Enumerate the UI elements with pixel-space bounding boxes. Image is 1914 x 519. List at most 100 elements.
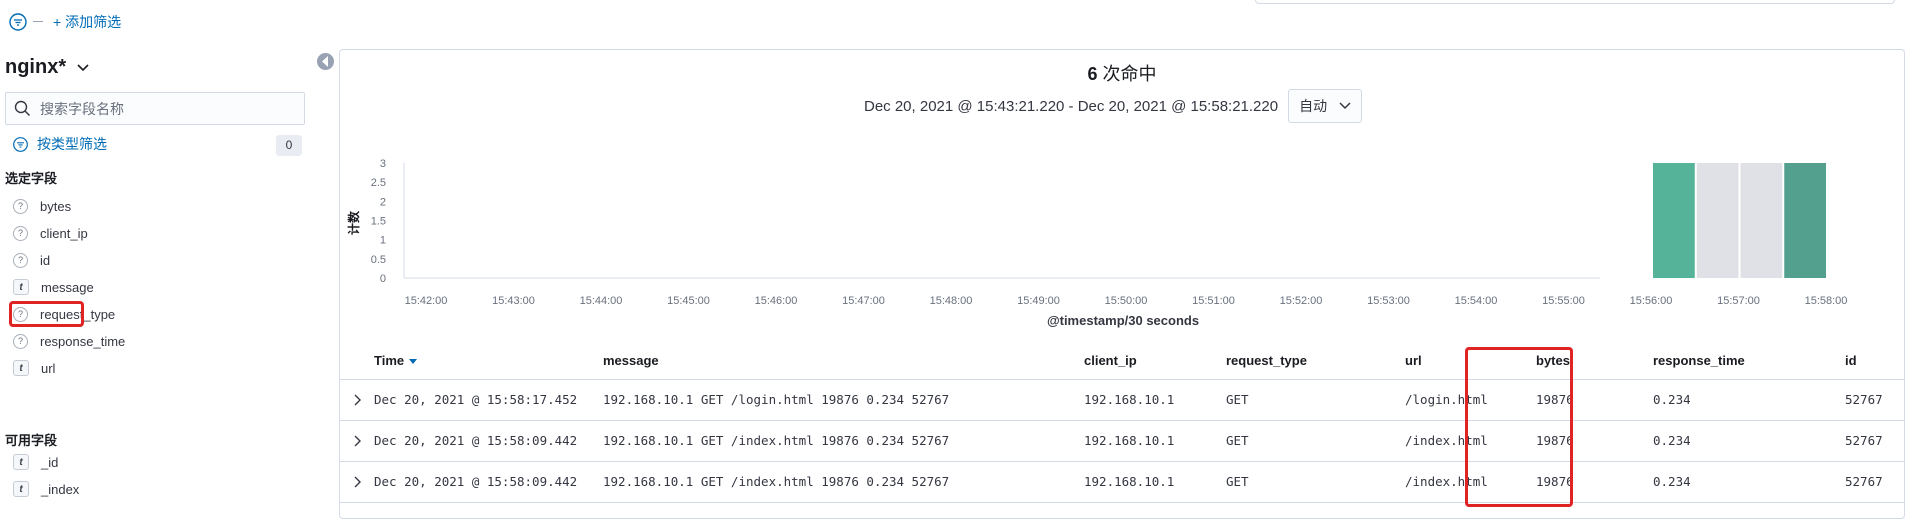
filter-icon[interactable] — [8, 12, 28, 32]
column-header-label: request_type — [1226, 353, 1307, 368]
x-tick-label: 15:42:00 — [405, 295, 448, 307]
x-tick-label: 15:53:00 — [1367, 295, 1410, 307]
interval-select[interactable]: 自动 — [1288, 89, 1363, 123]
field-name: _id — [41, 454, 59, 470]
x-tick-label: 15:54:00 — [1455, 295, 1498, 307]
field-item-bytes[interactable]: ? bytes — [13, 194, 71, 218]
field-item-message[interactable]: t message — [13, 275, 94, 299]
time-range-text: Dec 20, 2021 @ 15:43:21.220 - Dec 20, 20… — [864, 97, 1279, 115]
string-type-icon: t — [13, 279, 29, 295]
sort-desc-icon[interactable] — [409, 359, 418, 365]
x-tick-label: 15:45:00 — [667, 295, 710, 307]
column-header-time[interactable]: Time — [374, 353, 418, 368]
table-row[interactable]: Dec 20, 2021 @ 15:58:09.442 192.168.10.1 … — [340, 462, 1904, 503]
column-header-request-type[interactable]: request_type — [1226, 353, 1307, 368]
column-header-label: url — [1405, 353, 1422, 368]
filter-bar: + 添加筛选 — [0, 0, 1914, 44]
cell-response-time: 0.234 — [1653, 433, 1691, 448]
chevron-down-icon — [77, 63, 89, 71]
column-header-message[interactable]: message — [603, 353, 659, 368]
index-pattern-selector[interactable]: nginx* — [5, 56, 90, 79]
field-name: client_ip — [40, 225, 88, 241]
hits-count-title: 6 次命中 — [340, 60, 1904, 86]
histogram-bar — [1740, 163, 1783, 278]
field-name: message — [41, 279, 94, 295]
cell-id: 52767 — [1845, 392, 1883, 407]
filter-by-type-button[interactable]: 按类型筛选 — [12, 134, 107, 154]
add-filter-button[interactable]: + 添加筛选 — [53, 12, 121, 32]
field-name: url — [41, 360, 56, 376]
query-box-edge — [1255, 0, 1895, 4]
table-row[interactable]: Dec 20, 2021 @ 15:58:09.442 192.168.10.1 … — [340, 421, 1904, 462]
y-tick-label: 1 — [380, 235, 386, 247]
expand-row-icon[interactable] — [350, 434, 364, 448]
field-item-meta-index[interactable]: t _index — [13, 477, 79, 501]
hits-count: 6 — [1087, 64, 1098, 84]
column-header-response-time[interactable]: response_time — [1653, 353, 1745, 368]
cell-time: Dec 20, 2021 @ 15:58:09.442 — [374, 474, 578, 489]
cell-message: 192.168.10.1 GET /login.html 19876 0.234… — [603, 392, 950, 407]
cell-response-time: 0.234 — [1653, 474, 1691, 489]
unknown-type-icon: ? — [13, 333, 28, 349]
table-row[interactable]: Dec 20, 2021 @ 15:58:17.452 192.168.10.1 … — [340, 380, 1904, 421]
unknown-type-icon: ? — [13, 252, 28, 268]
histogram-bar — [1653, 163, 1695, 278]
time-range-row: Dec 20, 2021 @ 15:43:21.220 - Dec 20, 20… — [864, 89, 1363, 123]
field-search-box — [5, 92, 305, 125]
id-field-highlight — [9, 301, 84, 327]
field-name: response_time — [40, 333, 126, 349]
column-header-label: id — [1845, 353, 1857, 368]
histogram-bar — [1696, 163, 1739, 278]
expand-row-icon[interactable] — [350, 475, 364, 489]
cell-url: /login.html — [1405, 392, 1488, 407]
x-tick-label: 15:49:00 — [1017, 295, 1060, 307]
cell-client-ip: 192.168.10.1 — [1084, 474, 1175, 489]
field-search-input[interactable] — [40, 97, 290, 121]
cell-message: 192.168.10.1 GET /index.html 19876 0.234… — [603, 474, 950, 489]
histogram-bar — [1784, 163, 1826, 278]
cell-bytes: 19876 — [1536, 474, 1574, 489]
x-tick-label: 15:55:00 — [1542, 295, 1585, 307]
x-tick-label: 15:44:00 — [580, 295, 623, 307]
selected-fields-title: 选定字段 — [5, 171, 58, 186]
chevron-down-icon — [1339, 102, 1351, 110]
unknown-type-icon: ? — [13, 225, 28, 241]
column-header-label: bytes — [1536, 353, 1570, 368]
available-fields-title: 可用字段 — [5, 433, 58, 448]
cell-request-type: GET — [1226, 392, 1249, 407]
field-item-client_ip[interactable]: ? client_ip — [13, 221, 88, 245]
expand-row-icon[interactable] — [350, 393, 364, 407]
search-icon — [14, 100, 31, 117]
column-header-client-ip[interactable]: client_ip — [1084, 353, 1137, 368]
y-tick-label: 2.5 — [371, 177, 386, 189]
type-filter-count-badge: 0 — [276, 135, 302, 156]
field-item-id[interactable]: ? id — [13, 248, 50, 272]
x-tick-label: 15:58:00 — [1805, 295, 1848, 307]
column-header-bytes[interactable]: bytes — [1536, 353, 1570, 368]
results-panel: 6 次命中 Dec 20, 2021 @ 15:43:21.220 - Dec … — [339, 49, 1905, 519]
field-item-url[interactable]: t url — [13, 356, 55, 380]
column-header-id[interactable]: id — [1845, 353, 1857, 368]
x-tick-label: 15:43:00 — [492, 295, 535, 307]
filter-by-type-label: 按类型筛选 — [37, 136, 107, 152]
x-tick-label: 15:57:00 — [1717, 295, 1760, 307]
cell-url: /index.html — [1405, 474, 1488, 489]
collapse-sidebar-button[interactable] — [317, 53, 334, 70]
field-item-response_time[interactable]: ? response_time — [13, 329, 125, 353]
field-name: id — [40, 252, 51, 268]
x-tick-label: 15:47:00 — [842, 295, 885, 307]
index-pattern-name: nginx* — [5, 56, 67, 78]
column-header-label: Time — [374, 353, 405, 368]
filter-icon — [13, 136, 28, 152]
string-type-icon: t — [13, 360, 29, 376]
cell-response-time: 0.234 — [1653, 392, 1691, 407]
x-tick-label: 15:46:00 — [755, 295, 798, 307]
cell-time: Dec 20, 2021 @ 15:58:17.452 — [374, 392, 578, 407]
column-header-url[interactable]: url — [1405, 353, 1422, 368]
cell-message: 192.168.10.1 GET /index.html 19876 0.234… — [603, 433, 950, 448]
x-tick-label: 15:48:00 — [930, 295, 973, 307]
cell-url: /index.html — [1405, 433, 1488, 448]
cell-bytes: 19876 — [1536, 392, 1574, 407]
chevron-left-icon — [322, 56, 328, 67]
field-item-meta-id[interactable]: t _id — [13, 450, 58, 474]
